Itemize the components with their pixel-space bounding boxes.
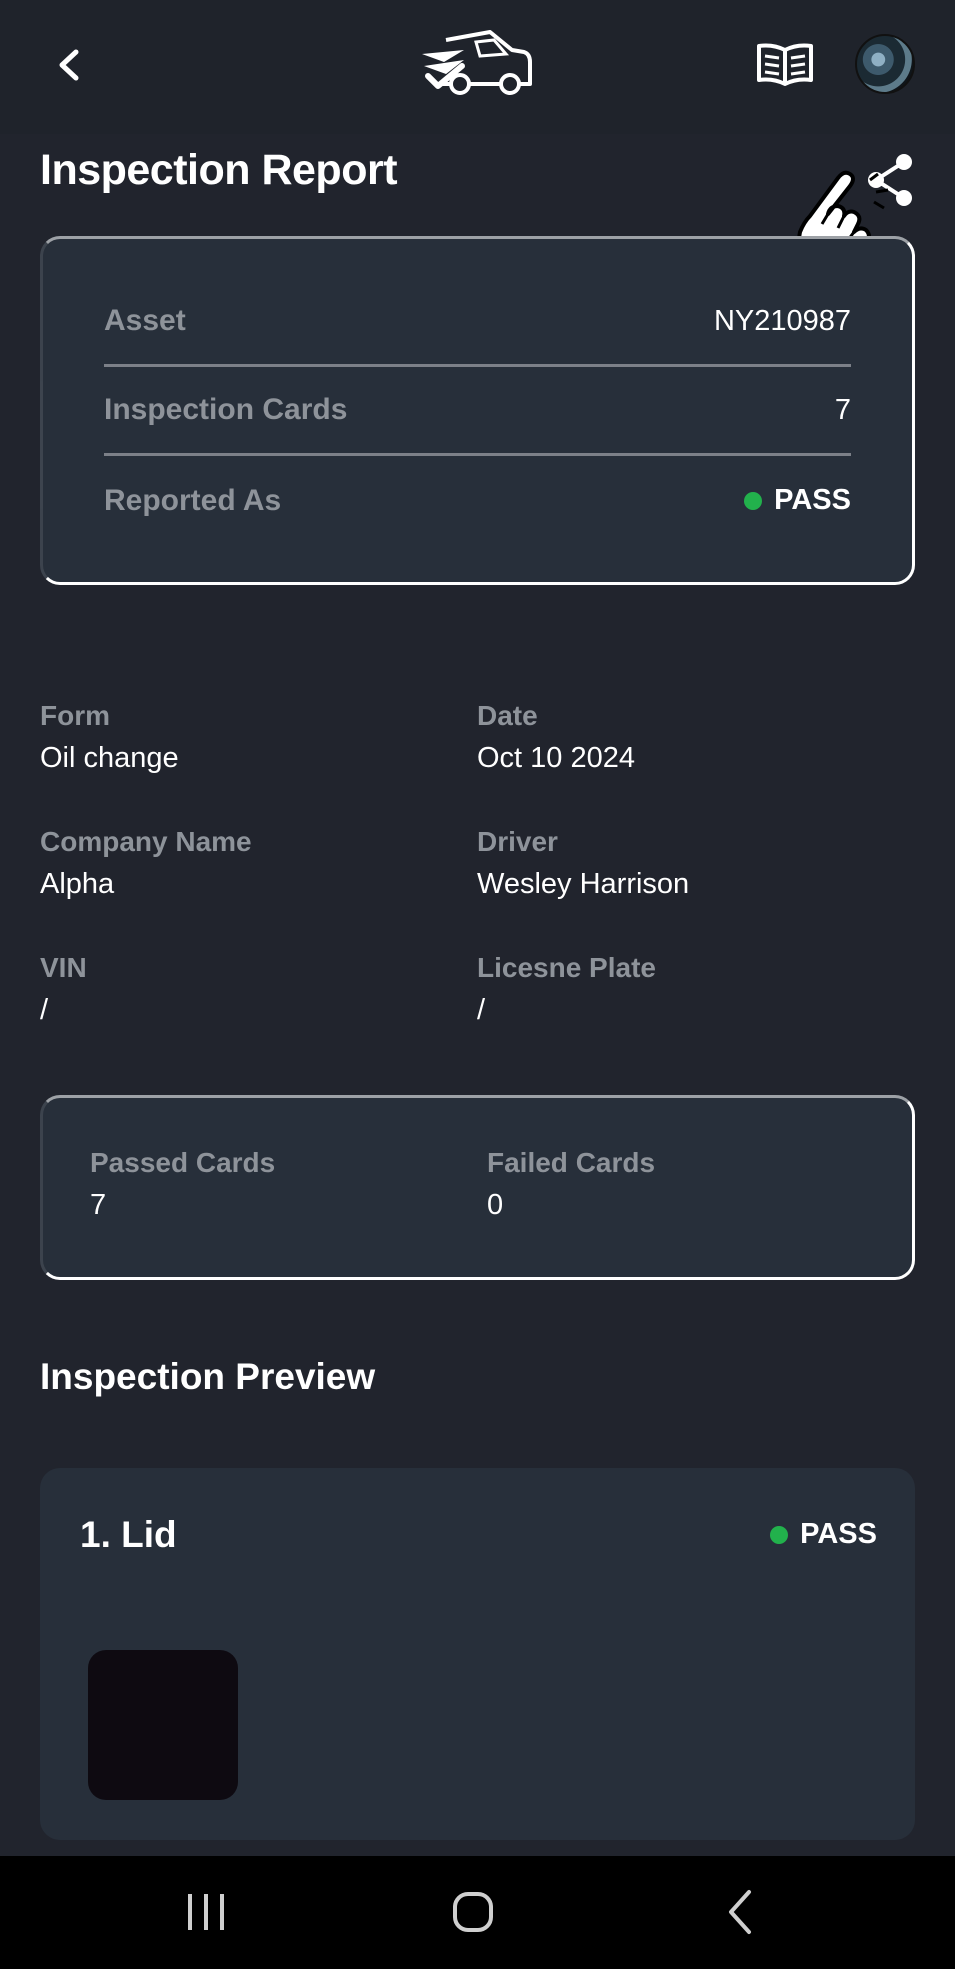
license-plate-field: Licesne Plate /: [477, 952, 656, 1027]
cards-count-card: Passed Cards 7 Failed Cards 0: [40, 1095, 915, 1280]
driver-value: Wesley Harrison: [477, 868, 690, 900]
preview-status-badge: PASS: [770, 1518, 877, 1551]
reported-as-label: Reported As: [104, 483, 282, 517]
truck-logo-icon: [420, 28, 535, 96]
reported-as-value: PASS: [774, 484, 851, 516]
reported-as-row: Reported As PASS: [104, 456, 851, 545]
inspection-preview-card[interactable]: 1. Lid PASS: [40, 1468, 915, 1840]
home-icon: [453, 1892, 493, 1932]
summary-card: Asset NY210987 Inspection Cards 7 Report…: [40, 236, 915, 585]
inspection-cards-value: 7: [834, 393, 851, 426]
form-value: Oil change: [40, 742, 179, 774]
pass-status-dot: [770, 1525, 789, 1544]
manual-button[interactable]: [755, 42, 815, 86]
passed-cards-value: 7: [90, 1189, 107, 1221]
asset-label: Asset: [104, 304, 186, 337]
asset-row: Asset NY210987: [104, 278, 851, 367]
page-title: Inspection Report: [40, 146, 398, 194]
company-field: Company Name Alpha: [40, 826, 252, 901]
driver-label: Driver: [477, 826, 558, 857]
pass-status-dot: [744, 491, 763, 510]
recent-apps-icon: [188, 1894, 224, 1930]
top-app-bar: [0, 0, 955, 134]
vin-field: VIN /: [40, 952, 87, 1027]
date-value: Oct 10 2024: [477, 742, 635, 774]
recent-apps-button[interactable]: [176, 1884, 236, 1940]
open-book-icon: [757, 43, 813, 86]
inspection-cards-label: Inspection Cards: [104, 393, 348, 426]
driver-field: Driver Wesley Harrison: [477, 826, 689, 901]
failed-cards-label: Failed Cards: [487, 1147, 656, 1178]
chevron-left-icon: [59, 49, 79, 81]
asset-value: NY210987: [713, 304, 851, 337]
preview-status-text: PASS: [800, 1518, 877, 1550]
system-navigation-bar: [0, 1856, 955, 1969]
license-plate-label: Licesne Plate: [477, 952, 656, 983]
back-button[interactable]: [50, 40, 90, 90]
back-icon: [729, 1890, 751, 1934]
status-badge: PASS: [744, 484, 851, 517]
date-label: Date: [477, 700, 538, 731]
date-field: Date Oct 10 2024: [477, 700, 635, 775]
inspection-preview-title: Inspection Preview: [40, 1356, 376, 1397]
preview-card-title: 1. Lid: [80, 1514, 177, 1555]
inspection-photo-thumbnail[interactable]: [88, 1650, 238, 1800]
form-label: Form: [40, 700, 110, 731]
form-field: Form Oil change: [40, 700, 179, 775]
company-label: Company Name: [40, 826, 252, 857]
failed-cards: Failed Cards 0: [487, 1147, 655, 1222]
user-avatar[interactable]: [855, 34, 915, 94]
license-plate-value: /: [477, 994, 486, 1026]
app-root: Inspection Report Asset NY210987 Inspect…: [0, 0, 955, 1969]
vin-value: /: [40, 994, 49, 1026]
company-value: Alpha: [40, 868, 115, 900]
inspection-cards-row: Inspection Cards 7: [104, 367, 851, 456]
failed-cards-value: 0: [487, 1189, 504, 1221]
system-back-button[interactable]: [711, 1884, 771, 1940]
passed-cards: Passed Cards 7: [90, 1147, 275, 1222]
passed-cards-label: Passed Cards: [90, 1147, 276, 1178]
home-button[interactable]: [443, 1884, 503, 1940]
vin-label: VIN: [40, 952, 87, 983]
